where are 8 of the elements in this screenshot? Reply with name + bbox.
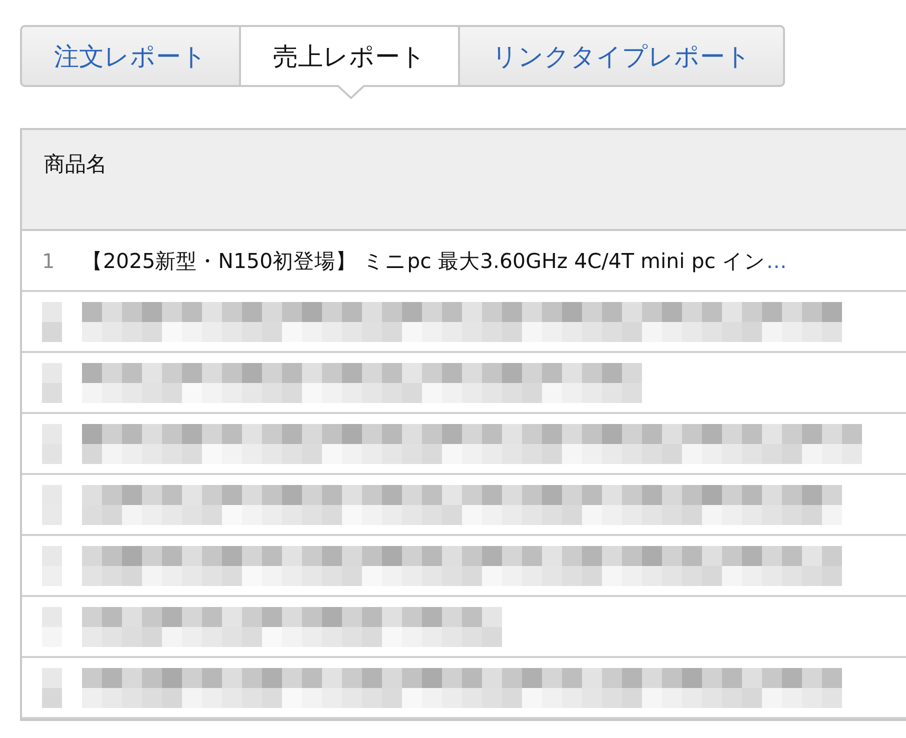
more-link[interactable]: …: [766, 248, 787, 272]
product-title: 【2025新型・N150初登場】 ミニpc 最大3.60GHz 4C/4T mini pc イン: [82, 248, 766, 274]
caret-icon: [336, 85, 364, 99]
tab[interactable]: 注文レポート: [20, 25, 241, 87]
column-header: 商品名: [44, 152, 107, 176]
tab[interactable]: 売上レポート: [239, 25, 460, 87]
row-number: 1: [41, 248, 56, 272]
tab[interactable]: リンクタイプレポート: [458, 25, 785, 87]
